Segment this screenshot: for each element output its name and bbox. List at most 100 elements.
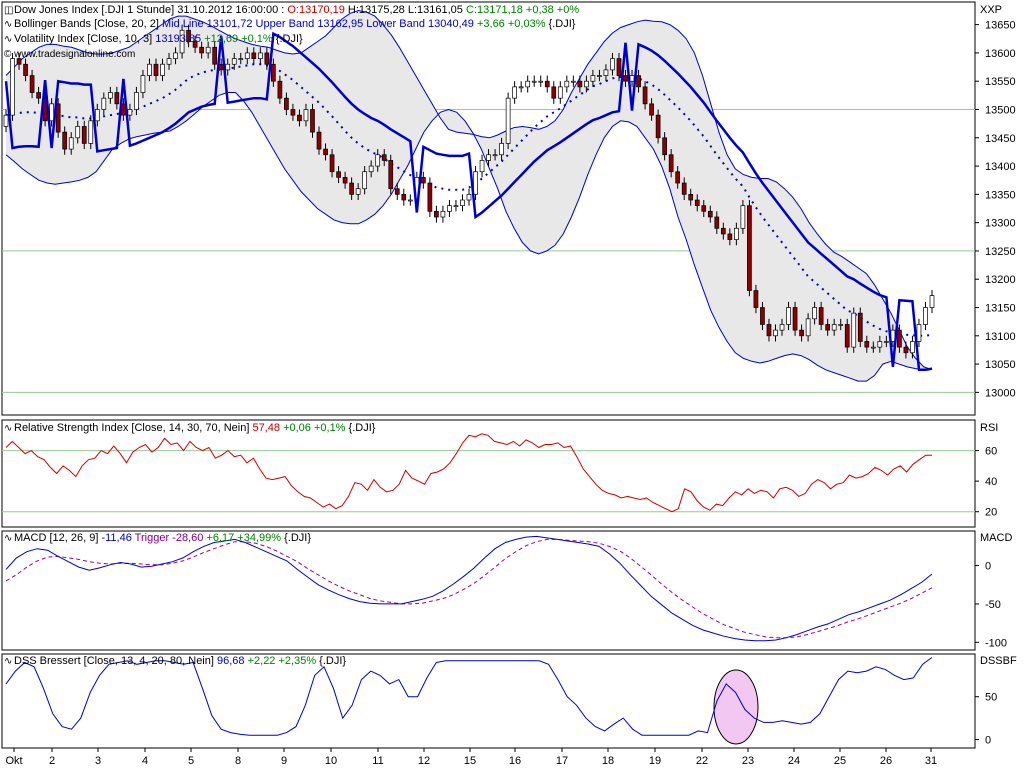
candle-body	[434, 211, 438, 217]
x-tick-label: 17	[556, 755, 568, 767]
candle-body	[819, 308, 823, 325]
candle-body	[917, 324, 921, 341]
macd-axis-title: MACD	[980, 532, 1012, 544]
volatility-change: +12,69 +0,1%	[204, 33, 273, 45]
candle-body	[291, 109, 295, 115]
x-tick-label: 2	[49, 755, 55, 767]
x-tick-label: 24	[788, 755, 800, 767]
candle-body	[493, 155, 497, 156]
candle-body	[656, 115, 660, 138]
line-icon: ∿	[4, 33, 12, 41]
candle-body	[695, 200, 699, 206]
candle-body	[669, 155, 673, 172]
candle-body	[767, 324, 771, 335]
candle-body	[780, 324, 784, 330]
candle-body	[708, 211, 712, 217]
panel-border-2	[2, 531, 975, 650]
candle-body	[265, 53, 269, 64]
x-tick-label: 11	[372, 755, 383, 767]
candle-body	[617, 59, 621, 76]
candle-body	[734, 228, 738, 239]
line-icon: ∿	[4, 532, 12, 540]
candle-body	[297, 115, 301, 121]
candle-body	[676, 172, 680, 183]
x-tick-label: 10	[325, 755, 337, 767]
candle-body	[95, 109, 99, 120]
candle-body	[871, 347, 875, 348]
candle-body	[421, 177, 425, 183]
candle-body	[500, 143, 504, 154]
candle-body	[324, 149, 328, 155]
candle-body	[923, 308, 927, 325]
candle-body	[832, 324, 836, 330]
main-header-open: O:13170,19	[287, 4, 345, 16]
candle-body	[650, 104, 654, 115]
candle-body	[728, 234, 732, 240]
candle-body	[232, 59, 236, 65]
main-header-name: Dow Jones Index [.DJI 1 Stunde] 31.10.20…	[14, 4, 284, 16]
candle-body	[441, 211, 445, 217]
x-tick-label: 26	[880, 755, 892, 767]
candle-body	[715, 217, 719, 228]
candle-body	[167, 59, 171, 65]
candle-body	[689, 194, 693, 200]
candle-body	[506, 98, 510, 143]
candle-body	[571, 81, 575, 82]
candle-body	[271, 64, 275, 81]
rsi-value: 57,48	[252, 422, 280, 434]
rsi-symbol: {.DJI}	[349, 422, 376, 434]
rsi-chart[interactable]	[2, 434, 975, 512]
x-tick-label: 9	[281, 755, 287, 767]
macd-chart[interactable]	[6, 536, 932, 640]
candle-body	[852, 313, 856, 347]
candle-body	[878, 341, 882, 347]
candle-body	[460, 200, 464, 206]
macd-header: ∿MACD [12, 26, 9] -11,46 Trigger -28,60 …	[4, 532, 311, 545]
candle-body	[604, 70, 608, 76]
candle-body	[226, 64, 230, 70]
candle-body	[721, 228, 725, 234]
candle-body	[343, 177, 347, 183]
candle-body	[141, 76, 145, 93]
dss-chart[interactable]	[6, 657, 932, 744]
dss-name: DSS Bressert [Close, 13, 4, 20, 80, Nein…	[14, 655, 214, 667]
candle-body	[245, 53, 249, 59]
price-chart[interactable]	[2, 11, 975, 393]
main-axis-title: XXP	[980, 4, 1002, 16]
candle-body	[102, 98, 106, 109]
candle-body	[376, 155, 380, 166]
main-header: ◫Dow Jones Index [.DJI 1 Stunde] 31.10.2…	[4, 4, 579, 17]
candle-body	[337, 172, 341, 178]
x-tick-label: 19	[649, 755, 661, 767]
macd-tick-label: 0	[985, 561, 991, 573]
price-tick-label: 13650	[985, 20, 1016, 32]
bollinger-change: +3,66 +0,03%	[477, 18, 546, 30]
dss-symbol: {.DJI}	[319, 655, 346, 667]
candle-body	[200, 47, 204, 53]
x-tick-label: 18	[602, 755, 614, 767]
dss-tick-label: 0	[985, 734, 991, 746]
candle-body	[487, 155, 491, 161]
price-tick-label: 13450	[985, 133, 1016, 145]
line-icon: ∿	[4, 655, 12, 663]
volatility-header: ∿Volatility Index [Close, 10, 3] 13193,8…	[4, 33, 303, 46]
bollinger-symbol: {.DJI}	[549, 18, 576, 30]
candle-body	[128, 109, 132, 115]
x-tick-label: 22	[696, 755, 708, 767]
candle-body	[447, 206, 451, 212]
candle-body	[702, 206, 706, 212]
macd-name: MACD [12, 26, 9]	[14, 532, 98, 544]
x-tick-label: 8	[235, 755, 241, 767]
candle-body	[884, 341, 888, 342]
copyright-text: © www.tradesignalonline.com	[4, 48, 135, 61]
rsi-axis-title: RSI	[980, 422, 998, 434]
candle-body	[910, 341, 914, 352]
bollinger-name: Bollinger Bands [Close, 20, 2]	[14, 18, 159, 30]
candle-body	[24, 64, 28, 75]
main-header-close: C:13171,18 +0,38 +0%	[466, 4, 579, 16]
candle-body	[741, 206, 745, 229]
volatility-value: 13193,85	[155, 33, 201, 45]
highlight-ellipse	[714, 670, 758, 744]
candle-body	[800, 330, 804, 336]
candle-body	[637, 76, 641, 87]
